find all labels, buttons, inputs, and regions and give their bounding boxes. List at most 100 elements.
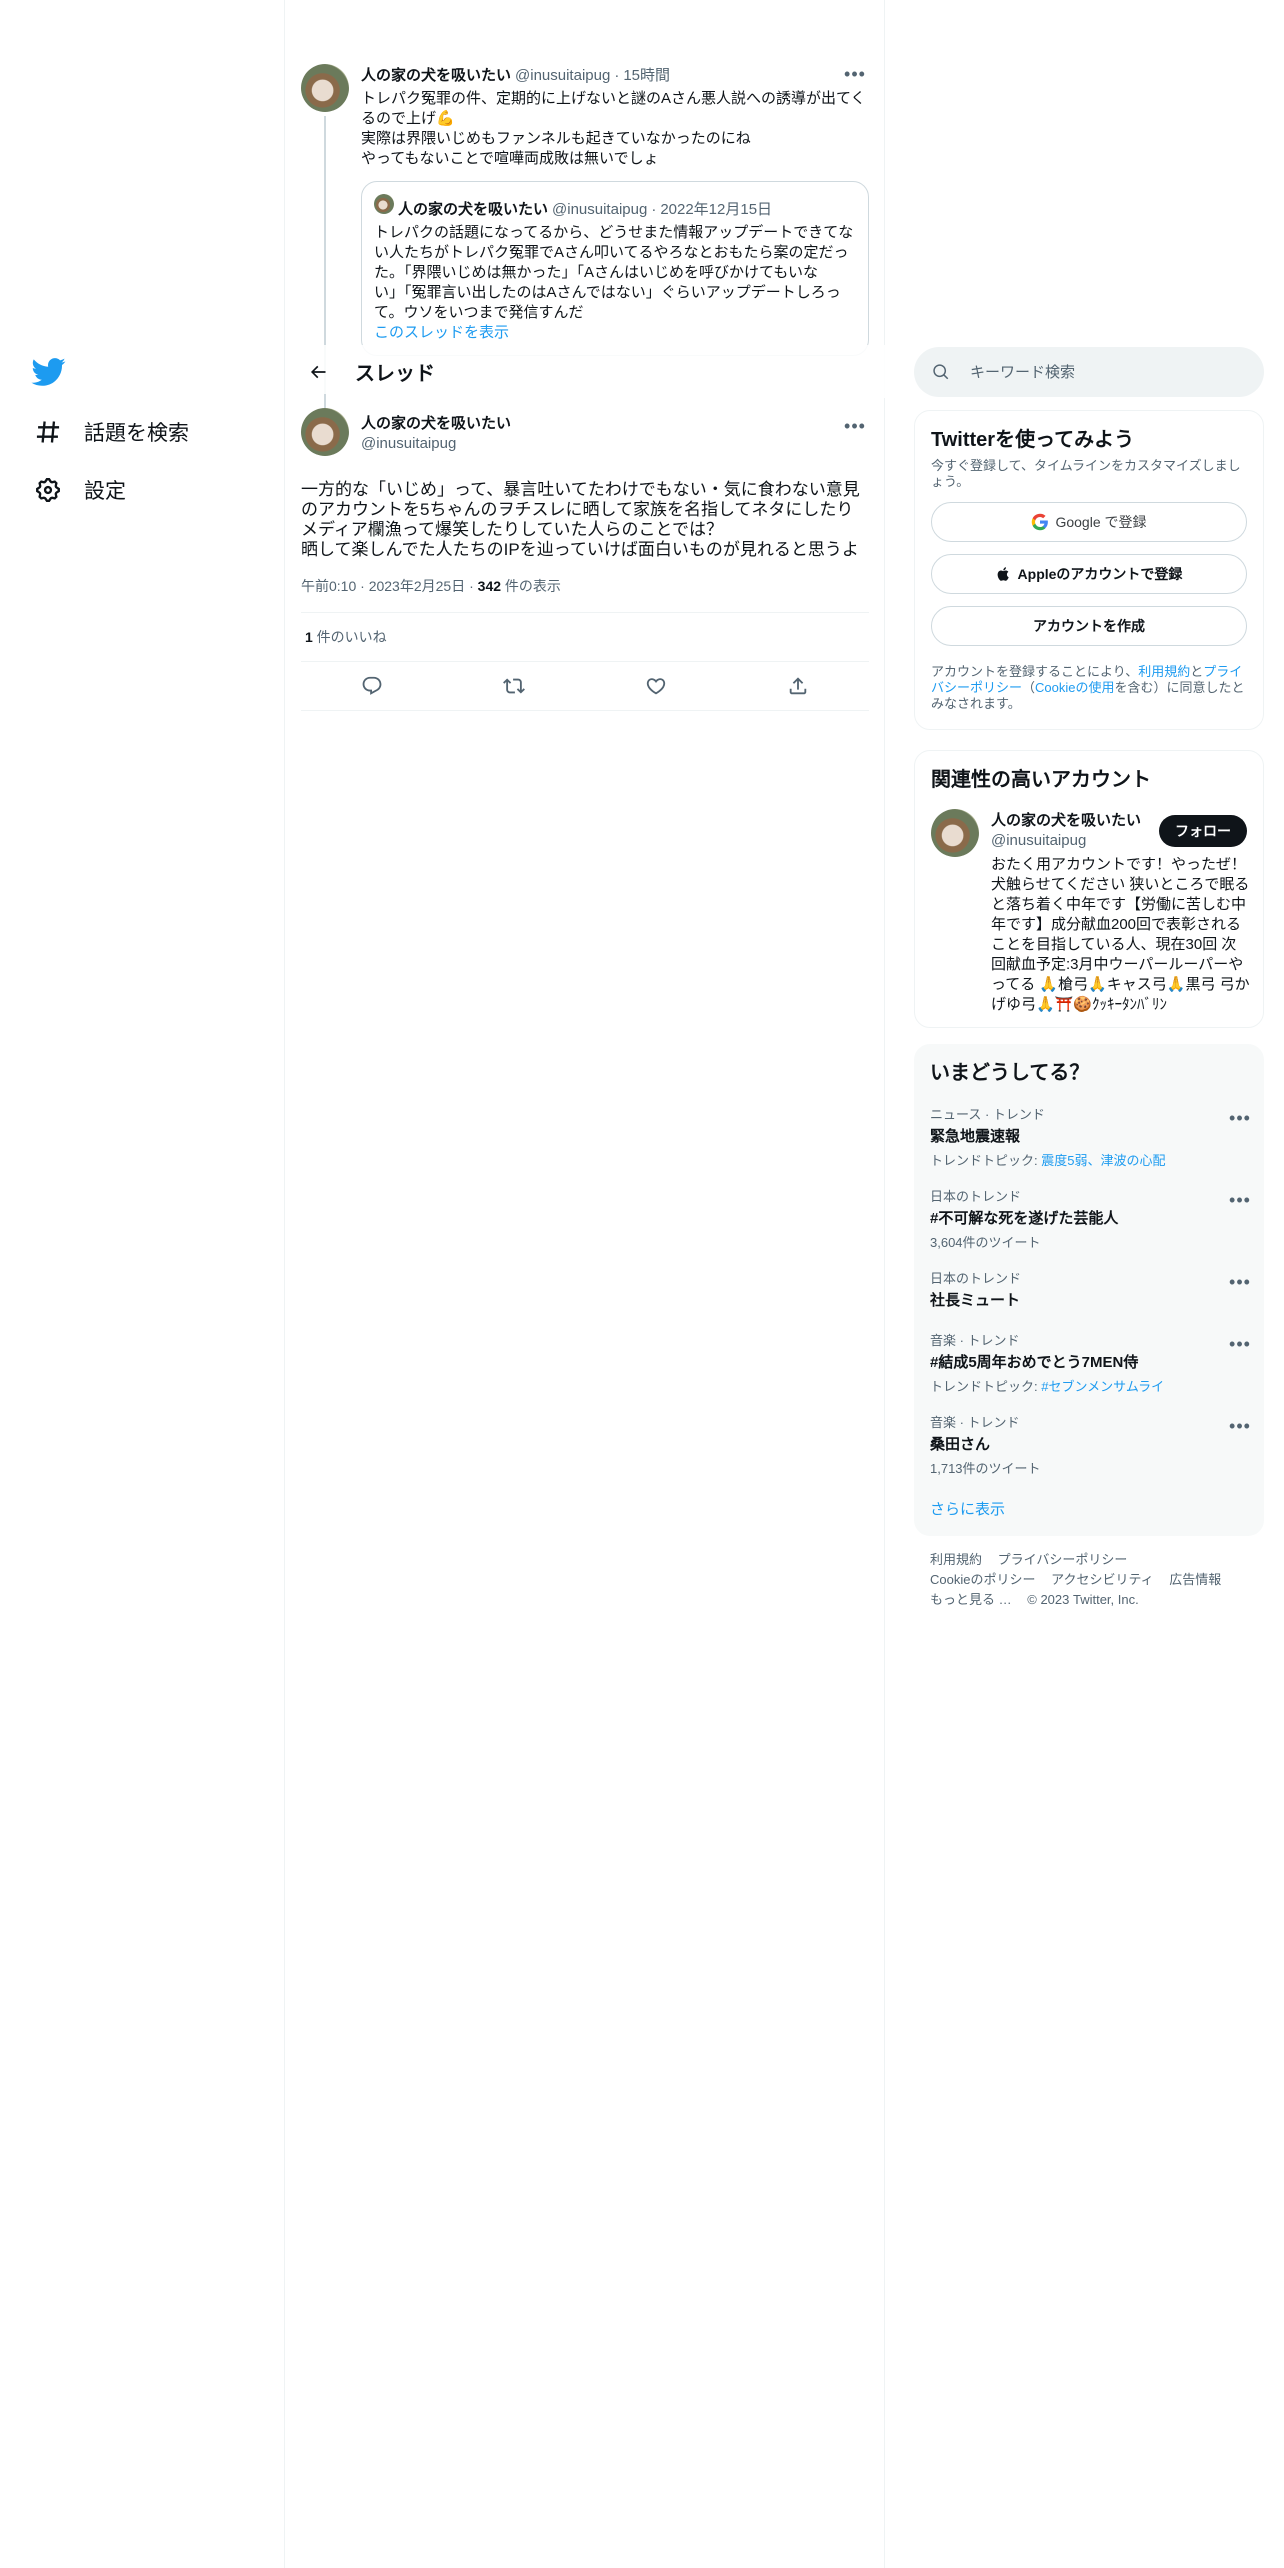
like-button[interactable] xyxy=(638,668,674,704)
tweet-time[interactable]: 午前0:10 xyxy=(301,578,356,594)
trend-subtext: トレンドトピック: 震度5弱、津波の心配 xyxy=(930,1153,1166,1168)
tweet-meta: 午前0:10 · 2023年2月25日 · 342 件の表示 xyxy=(301,578,561,594)
trend-title: 社長ミュート xyxy=(930,1292,1021,1309)
trend-context: 日本のトレンド xyxy=(930,1271,1022,1286)
more-options-icon[interactable]: ••• xyxy=(841,412,869,440)
separator-dot: · xyxy=(651,201,657,218)
quoted-text-line: た。「界隈いじめは無かった」「Aさんはいじめを呼びかけてもいな xyxy=(374,264,818,281)
more-options-icon[interactable]: ••• xyxy=(1226,1330,1254,1358)
quoted-text-line: い」「冤罪言い出したのはAさんではない」ぐらいアップデートしろっ xyxy=(374,284,841,301)
tweet-text-line: のアカウントを5ちゃんのヲチスレに晒して家族を名指してネタにしたり xyxy=(301,500,854,519)
views-count: 342 xyxy=(477,578,502,594)
twitter-logo-icon[interactable] xyxy=(30,354,66,390)
quoted-text-line: トレパクの話題になってるから、どうせまた情報アップデートできてな xyxy=(374,224,854,241)
footer-ads-link[interactable]: 広告情報 xyxy=(1169,1572,1221,1587)
related-account[interactable]: 人の家の犬を吸いたい @inusuitaipug xyxy=(991,809,1171,849)
copyright: © 2023 Twitter, Inc. xyxy=(1027,1592,1139,1607)
avatar[interactable] xyxy=(301,64,349,112)
trend-subtext: 1,713件のツイート xyxy=(930,1461,1041,1476)
share-icon xyxy=(789,677,807,695)
cookie-link[interactable]: Cookieの使用 xyxy=(1035,680,1114,695)
apple-signup-label: Appleのアカウントで登録 xyxy=(1017,566,1183,582)
google-signup-label: Google で登録 xyxy=(1055,514,1147,530)
google-signup-button[interactable]: Google で登録 xyxy=(931,502,1247,542)
footer-more-link[interactable]: もっと見る … xyxy=(930,1592,1012,1607)
footer-privacy-link[interactable]: プライバシーポリシー xyxy=(998,1552,1128,1567)
trend-item[interactable]: 日本のトレンド #不可解な死を遂げた芸能人 3,604件のツイート ••• xyxy=(914,1186,1264,1251)
tweet-text-line: メディア欄漁って爆笑したりしていた人らのことでは？ xyxy=(301,520,723,539)
create-account-button[interactable]: アカウントを作成 xyxy=(931,606,1247,646)
nav-explore[interactable]: 話題を検索 xyxy=(28,407,201,457)
more-options-icon[interactable]: ••• xyxy=(1226,1186,1254,1214)
author-handle[interactable]: @inusuitaipug xyxy=(361,435,511,452)
tweet-text: トレパク冤罪の件、定期的に上げないと謎のAさん悪人説への誘導が出てく るので上げ… xyxy=(361,89,869,169)
nav-explore-label: 話題を検索 xyxy=(84,422,189,445)
quoted-tweet-header: 人の家の犬を吸いたい @inusuitaipug · 2022年12月15日 xyxy=(374,194,856,219)
related-account-handle: @inusuitaipug xyxy=(991,832,1087,849)
author-name[interactable]: 人の家の犬を吸いたい xyxy=(361,64,511,85)
search-box[interactable] xyxy=(914,347,1264,397)
tweet-text-line: やってもないことで喧嘩両成敗は無いでしょ xyxy=(361,150,659,167)
retweet-button[interactable] xyxy=(496,668,532,704)
thread-header: スレッド xyxy=(285,345,885,398)
author-handle[interactable]: @inusuitaipug xyxy=(515,67,610,84)
back-button[interactable] xyxy=(301,355,335,389)
more-options-icon[interactable]: ••• xyxy=(1226,1104,1254,1132)
nav-settings[interactable]: 設定 xyxy=(28,465,138,515)
likes-count: 1 xyxy=(305,629,313,645)
trend-context: 日本のトレンド xyxy=(930,1189,1022,1204)
tweet-text-line: るので上げ💪 xyxy=(361,110,455,127)
page-title: スレッド xyxy=(355,363,435,385)
tweet-text: 一方的な「いじめ」って、暴言吐いてたわけでもない・気に食わない意見 のアカウント… xyxy=(301,480,869,560)
quoted-author-name: 人の家の犬を吸いたい xyxy=(398,201,549,218)
apple-signup-button[interactable]: Appleのアカウントで登録 xyxy=(931,554,1247,594)
quoted-tweet[interactable]: 人の家の犬を吸いたい @inusuitaipug · 2022年12月15日 ト… xyxy=(361,181,869,356)
follow-button[interactable]: フォロー xyxy=(1159,815,1247,847)
reply-icon xyxy=(362,676,382,695)
trend-item[interactable]: ニュース · トレンド 緊急地震速報 トレンドトピック: 震度5弱、津波の心配 … xyxy=(914,1104,1264,1169)
google-logo-icon xyxy=(1032,513,1049,531)
thread-connector xyxy=(324,394,326,408)
terms-link[interactable]: 利用規約 xyxy=(1138,664,1190,679)
signup-card: Twitterを使ってみよう 今すぐ登録して、タイムラインをカスタマイズしましょ… xyxy=(914,410,1264,730)
back-arrow-icon xyxy=(310,365,326,378)
reply-button[interactable] xyxy=(354,668,390,704)
author-name[interactable]: 人の家の犬を吸いたい xyxy=(361,412,511,433)
gear-icon xyxy=(36,478,60,502)
show-thread-link[interactable]: このスレッドを表示 xyxy=(374,323,856,343)
show-more-link[interactable]: さらに表示 xyxy=(930,1498,1005,1519)
create-account-label: アカウントを作成 xyxy=(1033,618,1145,634)
search-input[interactable] xyxy=(970,363,1240,381)
trend-title: #結成5周年おめでとう7MEN侍 xyxy=(930,1354,1139,1371)
likes-summary[interactable]: 1 件のいいね xyxy=(301,613,869,661)
trend-context: 音楽 · トレンド xyxy=(930,1333,1020,1348)
trend-item[interactable]: 音楽 · トレンド #結成5周年おめでとう7MEN侍 トレンドトピック: #セブ… xyxy=(914,1330,1264,1395)
quoted-text-line: い人たちがトレパク冤罪でAさん叩いてるやろなとおもたら案の定だっ xyxy=(374,244,849,261)
tweet-header: 人の家の犬を吸いたい @inusuitaipug · 15時間 xyxy=(361,64,869,85)
trend-topic-link[interactable]: #セブンメンサムライ xyxy=(1041,1379,1164,1394)
trend-subtext: トレンドトピック: #セブンメンサムライ xyxy=(930,1379,1165,1394)
trend-item[interactable]: 日本のトレンド 社長ミュート ••• xyxy=(914,1268,1264,1310)
likes-label: 件のいいね xyxy=(312,629,387,645)
footer-cookie-link[interactable]: Cookieのポリシー xyxy=(930,1572,1035,1587)
quoted-text-line: て。ウソをいつまで発信すんだ xyxy=(374,304,584,321)
quoted-tweet-text: トレパクの話題になってるから、どうせまた情報アップデートできてな い人たちがトレ… xyxy=(374,223,856,343)
more-options-icon[interactable]: ••• xyxy=(1226,1268,1254,1296)
footer-terms-link[interactable]: 利用規約 xyxy=(930,1552,982,1567)
footer-accessibility-link[interactable]: アクセシビリティ xyxy=(1051,1572,1154,1587)
more-options-icon[interactable]: ••• xyxy=(841,60,869,88)
tweet-text-line: 一方的な「いじめ」って、暴言吐いてたわけでもない・気に食わない意見 xyxy=(301,480,860,499)
avatar[interactable] xyxy=(931,809,979,857)
tweet-date[interactable]: 2023年2月25日 xyxy=(369,578,466,594)
trend-topic-link[interactable]: 震度5弱、津波の心配 xyxy=(1041,1153,1165,1168)
heart-icon xyxy=(646,678,666,695)
avatar[interactable] xyxy=(301,408,349,456)
tweet-actions xyxy=(301,662,869,710)
more-options-icon[interactable]: ••• xyxy=(1226,1412,1254,1440)
share-button[interactable] xyxy=(780,668,816,704)
signup-description: 今すぐ登録して、タイムラインをカスタマイズしましょう。 xyxy=(931,458,1241,489)
trend-item[interactable]: 音楽 · トレンド 桑田さん 1,713件のツイート ••• xyxy=(914,1412,1264,1477)
apple-logo-icon xyxy=(997,567,1009,581)
related-account-name: 人の家の犬を吸いたい xyxy=(991,812,1142,829)
tweet-time[interactable]: 15時間 xyxy=(623,64,670,85)
